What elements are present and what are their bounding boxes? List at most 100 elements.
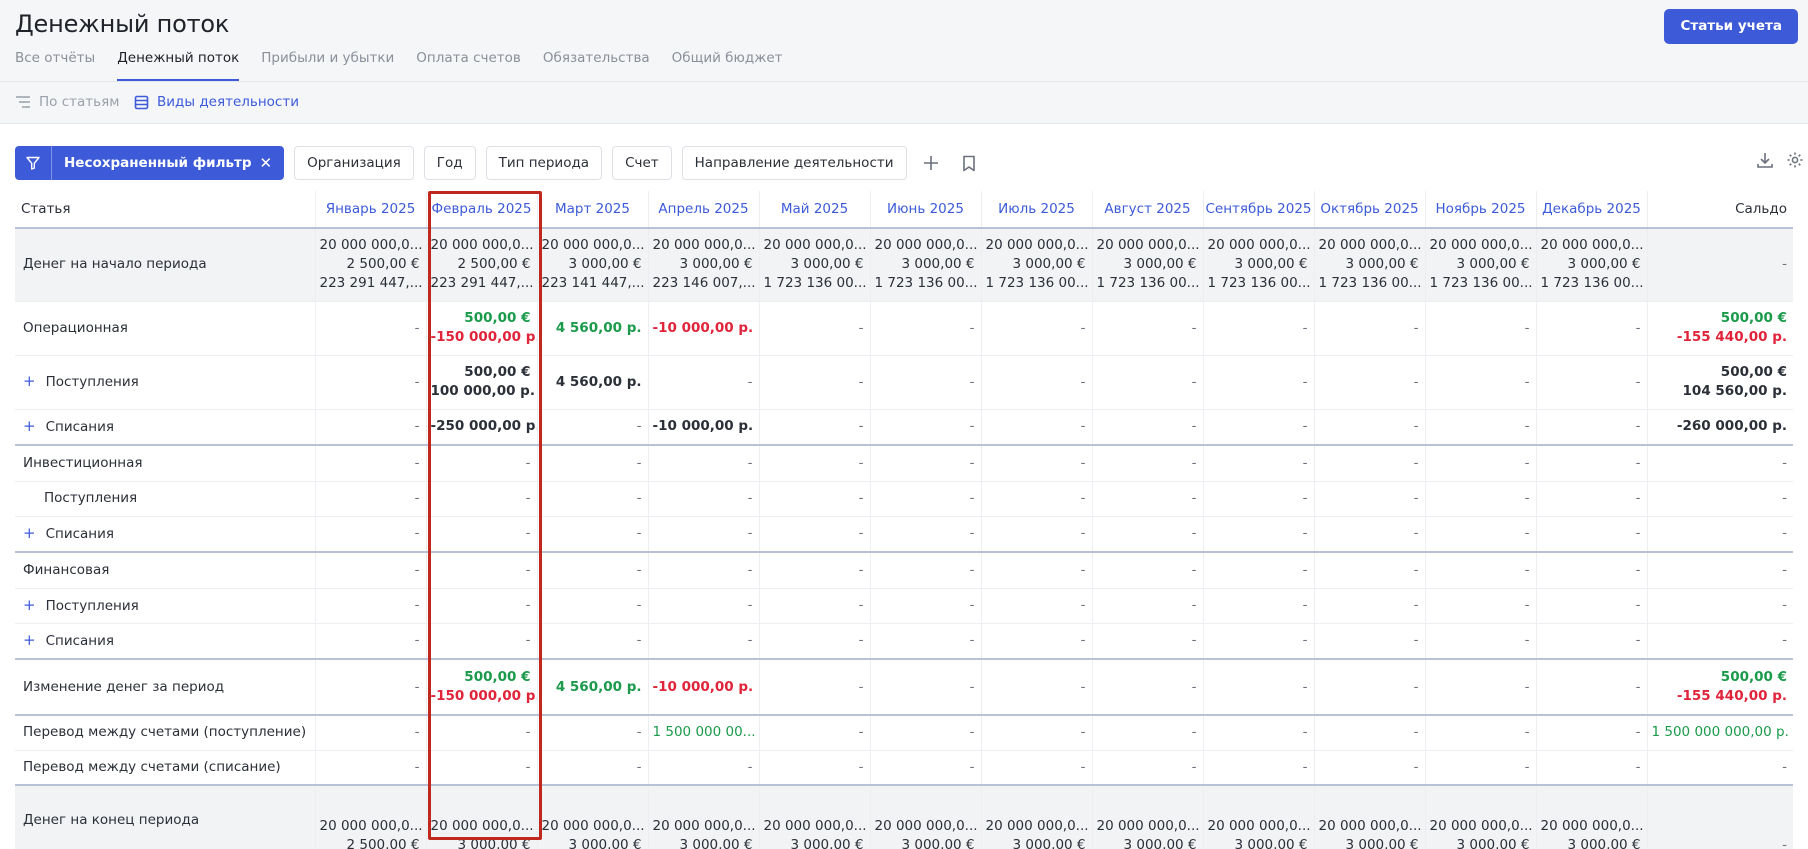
row-label-cell[interactable]: + Поступления bbox=[15, 588, 316, 624]
filter-icon[interactable] bbox=[15, 146, 52, 180]
view-by-items[interactable]: По статьям bbox=[15, 94, 119, 110]
column-header-balance[interactable]: Сальдо bbox=[1647, 191, 1793, 229]
row-label-cell[interactable]: + Списания bbox=[15, 623, 316, 660]
value-cell[interactable]: - bbox=[648, 588, 760, 624]
value-cell[interactable]: - bbox=[1314, 301, 1426, 356]
value-cell[interactable]: 20 000 000,0... 3 000,00 € bbox=[648, 784, 760, 849]
value-cell[interactable]: - bbox=[1314, 750, 1426, 786]
balance-cell[interactable]: - bbox=[1647, 516, 1793, 553]
accounting-items-button[interactable]: Статьи учета bbox=[1664, 9, 1798, 44]
value-cell[interactable]: - bbox=[759, 658, 871, 716]
column-header-month[interactable]: Июль 2025 bbox=[981, 191, 1093, 229]
value-cell[interactable]: - bbox=[315, 714, 427, 751]
filter-period-type[interactable]: Тип периода bbox=[485, 146, 603, 180]
value-cell[interactable]: - bbox=[1203, 551, 1315, 589]
value-cell[interactable]: - bbox=[981, 588, 1093, 624]
value-cell[interactable]: - bbox=[1536, 714, 1648, 751]
balance-cell[interactable]: 500,00 € -155 440,00 р. bbox=[1647, 301, 1793, 356]
value-cell[interactable]: - bbox=[981, 355, 1093, 410]
value-cell[interactable]: - bbox=[537, 714, 649, 751]
value-cell[interactable]: -10 000,00 р. bbox=[648, 658, 760, 716]
gear-icon[interactable] bbox=[1786, 151, 1804, 173]
value-cell[interactable]: - bbox=[1314, 516, 1426, 553]
value-cell[interactable]: - bbox=[1314, 409, 1426, 446]
value-cell[interactable]: - bbox=[1092, 301, 1204, 356]
value-cell[interactable]: 20 000 000,0... 3 000,00 € bbox=[870, 784, 982, 849]
expand-plus-icon[interactable]: + bbox=[23, 372, 36, 390]
value-cell[interactable]: - bbox=[1314, 551, 1426, 589]
value-cell[interactable]: - bbox=[315, 551, 427, 589]
value-cell[interactable]: - bbox=[870, 750, 982, 786]
value-cell[interactable]: - bbox=[759, 750, 871, 786]
value-cell[interactable]: - bbox=[981, 444, 1093, 482]
view-by-activity[interactable]: Виды деятельности bbox=[134, 94, 299, 110]
value-cell[interactable]: - bbox=[1092, 516, 1204, 553]
value-cell[interactable]: - bbox=[648, 444, 760, 482]
expand-plus-icon[interactable]: + bbox=[23, 417, 36, 435]
value-cell[interactable]: - bbox=[426, 444, 538, 482]
balance-cell[interactable]: 1 500 000 000,00 р. bbox=[1647, 714, 1793, 751]
value-cell[interactable]: - bbox=[1203, 301, 1315, 356]
value-cell[interactable]: - bbox=[981, 301, 1093, 356]
value-cell[interactable]: - bbox=[1536, 444, 1648, 482]
value-cell[interactable]: - bbox=[315, 409, 427, 446]
balance-cell[interactable]: - bbox=[1647, 228, 1793, 302]
value-cell[interactable]: 20 000 000,0... 2 500,00 € bbox=[315, 784, 427, 849]
value-cell[interactable]: - bbox=[1536, 551, 1648, 589]
row-label-cell[interactable]: + Списания bbox=[15, 409, 316, 446]
value-cell[interactable]: - bbox=[1203, 750, 1315, 786]
value-cell[interactable]: - bbox=[648, 551, 760, 589]
tab-cash-flow[interactable]: Денежный поток bbox=[117, 50, 240, 81]
value-cell[interactable]: - bbox=[1536, 355, 1648, 410]
column-header-month[interactable]: Август 2025 bbox=[1092, 191, 1204, 229]
value-cell[interactable]: - bbox=[981, 516, 1093, 553]
value-cell[interactable]: - bbox=[1203, 714, 1315, 751]
balance-cell[interactable]: 500,00 € 104 560,00 р. bbox=[1647, 355, 1793, 410]
value-cell[interactable]: 4 560,00 р. bbox=[537, 355, 649, 410]
value-cell[interactable]: - bbox=[759, 301, 871, 356]
value-cell[interactable]: - bbox=[1536, 301, 1648, 356]
value-cell[interactable]: - bbox=[315, 516, 427, 553]
value-cell[interactable]: - bbox=[648, 516, 760, 553]
close-icon[interactable]: ✕ bbox=[259, 154, 284, 172]
value-cell[interactable]: - bbox=[759, 551, 871, 589]
value-cell[interactable]: - bbox=[1092, 409, 1204, 446]
value-cell[interactable]: - bbox=[537, 588, 649, 624]
value-cell[interactable]: - bbox=[1314, 481, 1426, 517]
value-cell[interactable]: - bbox=[1425, 444, 1537, 482]
value-cell[interactable]: - bbox=[426, 714, 538, 751]
value-cell[interactable]: 20 000 000,0... 3 000,00 € bbox=[981, 784, 1093, 849]
value-cell[interactable]: - bbox=[426, 623, 538, 660]
value-cell[interactable]: - bbox=[981, 551, 1093, 589]
value-cell[interactable]: - bbox=[759, 588, 871, 624]
value-cell[interactable]: 20 000 000,0... 3 000,00 € 1 723 136 00... bbox=[759, 228, 871, 302]
value-cell[interactable]: - bbox=[315, 355, 427, 410]
value-cell[interactable]: - bbox=[315, 444, 427, 482]
expand-plus-icon[interactable]: + bbox=[23, 631, 36, 649]
column-header-month[interactable]: Апрель 2025 bbox=[648, 191, 760, 229]
value-cell[interactable]: 20 000 000,0... 2 500,00 € 223 291 447,... bbox=[426, 228, 538, 302]
value-cell[interactable]: - bbox=[759, 444, 871, 482]
filter-business-direction[interactable]: Направление деятельности bbox=[681, 146, 907, 180]
value-cell[interactable]: - bbox=[1425, 658, 1537, 716]
filter-year[interactable]: Год bbox=[423, 146, 476, 180]
value-cell[interactable]: -10 000,00 р. bbox=[648, 301, 760, 356]
value-cell[interactable]: - bbox=[1203, 658, 1315, 716]
value-cell[interactable]: - bbox=[759, 714, 871, 751]
filter-account[interactable]: Счет bbox=[612, 146, 672, 180]
value-cell[interactable]: - bbox=[1203, 444, 1315, 482]
column-header-month[interactable]: Июнь 2025 bbox=[870, 191, 982, 229]
balance-cell[interactable]: - bbox=[1647, 784, 1793, 849]
value-cell[interactable]: - bbox=[1425, 355, 1537, 410]
value-cell[interactable]: - bbox=[648, 355, 760, 410]
value-cell[interactable]: - bbox=[870, 481, 982, 517]
value-cell[interactable]: - bbox=[870, 623, 982, 660]
tab-liabilities[interactable]: Обязательства bbox=[543, 50, 650, 81]
value-cell[interactable]: - bbox=[870, 444, 982, 482]
value-cell[interactable]: 20 000 000,0... 3 000,00 € 1 723 136 00... bbox=[1203, 228, 1315, 302]
value-cell[interactable]: - bbox=[1203, 516, 1315, 553]
value-cell[interactable]: 20 000 000,0... 3 000,00 € bbox=[759, 784, 871, 849]
value-cell[interactable]: - bbox=[981, 623, 1093, 660]
value-cell[interactable]: - bbox=[759, 409, 871, 446]
balance-cell[interactable]: - bbox=[1647, 444, 1793, 482]
